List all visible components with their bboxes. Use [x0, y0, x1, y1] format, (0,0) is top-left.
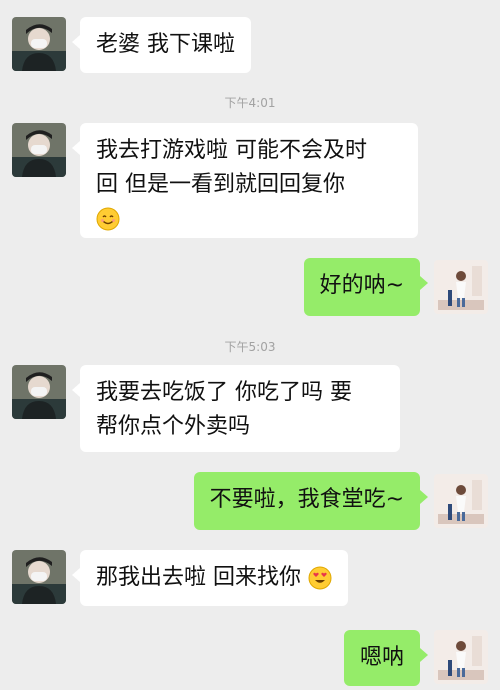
message-text: 不要啦，我食堂吃~	[209, 487, 404, 512]
message-text-line: 我去打游戏啦 可能不会及时	[96, 138, 367, 163]
message-text: 好的呐~	[319, 273, 404, 298]
message-text-line: 我要去吃饭了 你吃了吗 要	[96, 380, 352, 405]
user-avatar[interactable]	[434, 260, 488, 314]
incoming-message-bubble[interactable]: 那我出去啦 回来找你	[72, 550, 348, 606]
contact-avatar[interactable]	[12, 365, 66, 419]
incoming-message-bubble[interactable]: 我去打游戏啦 可能不会及时 回 但是一看到就回回复你	[72, 123, 418, 238]
smiling-face-emoji	[96, 207, 120, 231]
outgoing-message-bubble[interactable]: 不要啦，我食堂吃~	[193, 472, 429, 530]
user-avatar[interactable]	[434, 630, 488, 684]
message-text-line: 帮你点个外卖吗	[96, 414, 251, 439]
outgoing-message-bubble[interactable]: 好的呐~	[303, 258, 429, 316]
message-text: 嗯呐	[359, 645, 404, 670]
message-text: 老婆 我下课啦	[96, 32, 235, 57]
message-text: 那我出去啦 回来找你	[96, 565, 301, 590]
heart-eyes-emoji	[308, 566, 332, 590]
contact-avatar[interactable]	[12, 17, 66, 71]
outgoing-message-bubble[interactable]: 嗯呐	[343, 630, 429, 686]
message-text-line: 回 但是一看到就回回复你	[96, 172, 345, 197]
contact-avatar[interactable]	[12, 550, 66, 604]
timestamp: 下午5:03	[224, 340, 276, 354]
user-avatar[interactable]	[434, 474, 488, 528]
contact-avatar[interactable]	[12, 123, 66, 177]
timestamp: 下午4:01	[224, 96, 276, 110]
incoming-message-bubble[interactable]: 我要去吃饭了 你吃了吗 要 帮你点个外卖吗	[72, 365, 400, 452]
incoming-message-bubble[interactable]: 老婆 我下课啦	[72, 17, 251, 73]
